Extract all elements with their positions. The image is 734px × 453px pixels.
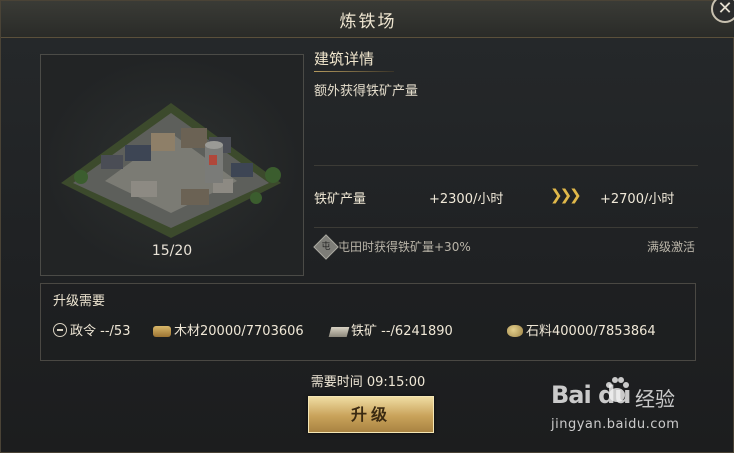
requirement-value: 40000/7853864 bbox=[552, 324, 656, 339]
building-level: 15/20 bbox=[151, 243, 193, 259]
requirement-decree: 政令 --/53 bbox=[53, 320, 130, 339]
watermark-url: jingyan.baidu.com bbox=[551, 417, 680, 432]
building-image-frame: 15/20 bbox=[40, 54, 304, 276]
iron-icon bbox=[328, 327, 350, 337]
requirement-value: 20000/7703606 bbox=[200, 324, 304, 339]
window-title: 炼铁场 bbox=[339, 12, 397, 32]
chevron-right-icon: ❯❯❯ bbox=[550, 186, 582, 204]
requirement-wood: 木材20000/7703606 bbox=[153, 320, 304, 339]
stat-next-value: +2700/小时 bbox=[600, 192, 675, 207]
iron-works-building-image bbox=[61, 103, 281, 238]
requirement-label: 政令 bbox=[70, 324, 97, 339]
stone-icon bbox=[507, 325, 523, 337]
bonus-activation-note: 满级激活 bbox=[646, 240, 695, 254]
requirement-label: 木材 bbox=[174, 324, 201, 339]
requirement-stone: 石料40000/7853864 bbox=[507, 320, 656, 339]
stat-current-value: +2300/小时 bbox=[429, 192, 504, 207]
divider bbox=[314, 227, 698, 228]
requirement-value: --/6241890 bbox=[381, 324, 453, 339]
requirements-title: 升级需要 bbox=[53, 294, 106, 309]
title-bar: 炼铁场 bbox=[1, 1, 734, 38]
stat-label: 铁矿产量 bbox=[314, 192, 367, 207]
watermark-cn: 经验 bbox=[635, 387, 675, 411]
wood-icon bbox=[153, 326, 171, 337]
farming-bonus-icon-glyph: 屯 bbox=[321, 242, 331, 252]
building-detail-panel: 炼铁场 ✕ 15/20 建筑详情 额外获得铁矿产量 铁矿产量 +2300/小时 … bbox=[0, 0, 734, 453]
upgrade-time-value: 09:15:00 bbox=[366, 375, 426, 390]
section-title: 建筑详情 bbox=[314, 50, 375, 68]
paw-icon bbox=[606, 377, 629, 402]
farming-bonus-icon: 屯 bbox=[313, 234, 339, 260]
upgrade-time-label: 需要时间 bbox=[310, 375, 363, 390]
baidu-jingyan-watermark: Bai du 经验 jingyan.baidu.com bbox=[551, 377, 711, 439]
divider bbox=[314, 165, 698, 166]
requirement-value: --/53 bbox=[100, 324, 131, 339]
bonus-text: 屯田时获得铁矿量+30% bbox=[338, 240, 471, 254]
upgrade-button[interactable]: 升级 bbox=[308, 396, 434, 433]
requirement-label: 铁矿 bbox=[351, 324, 378, 339]
decree-icon bbox=[53, 323, 67, 337]
building-description: 额外获得铁矿产量 bbox=[314, 84, 419, 99]
requirement-label: 石料 bbox=[526, 324, 553, 339]
section-underline bbox=[314, 71, 394, 72]
requirement-iron: 铁矿 --/6241890 bbox=[328, 320, 453, 339]
